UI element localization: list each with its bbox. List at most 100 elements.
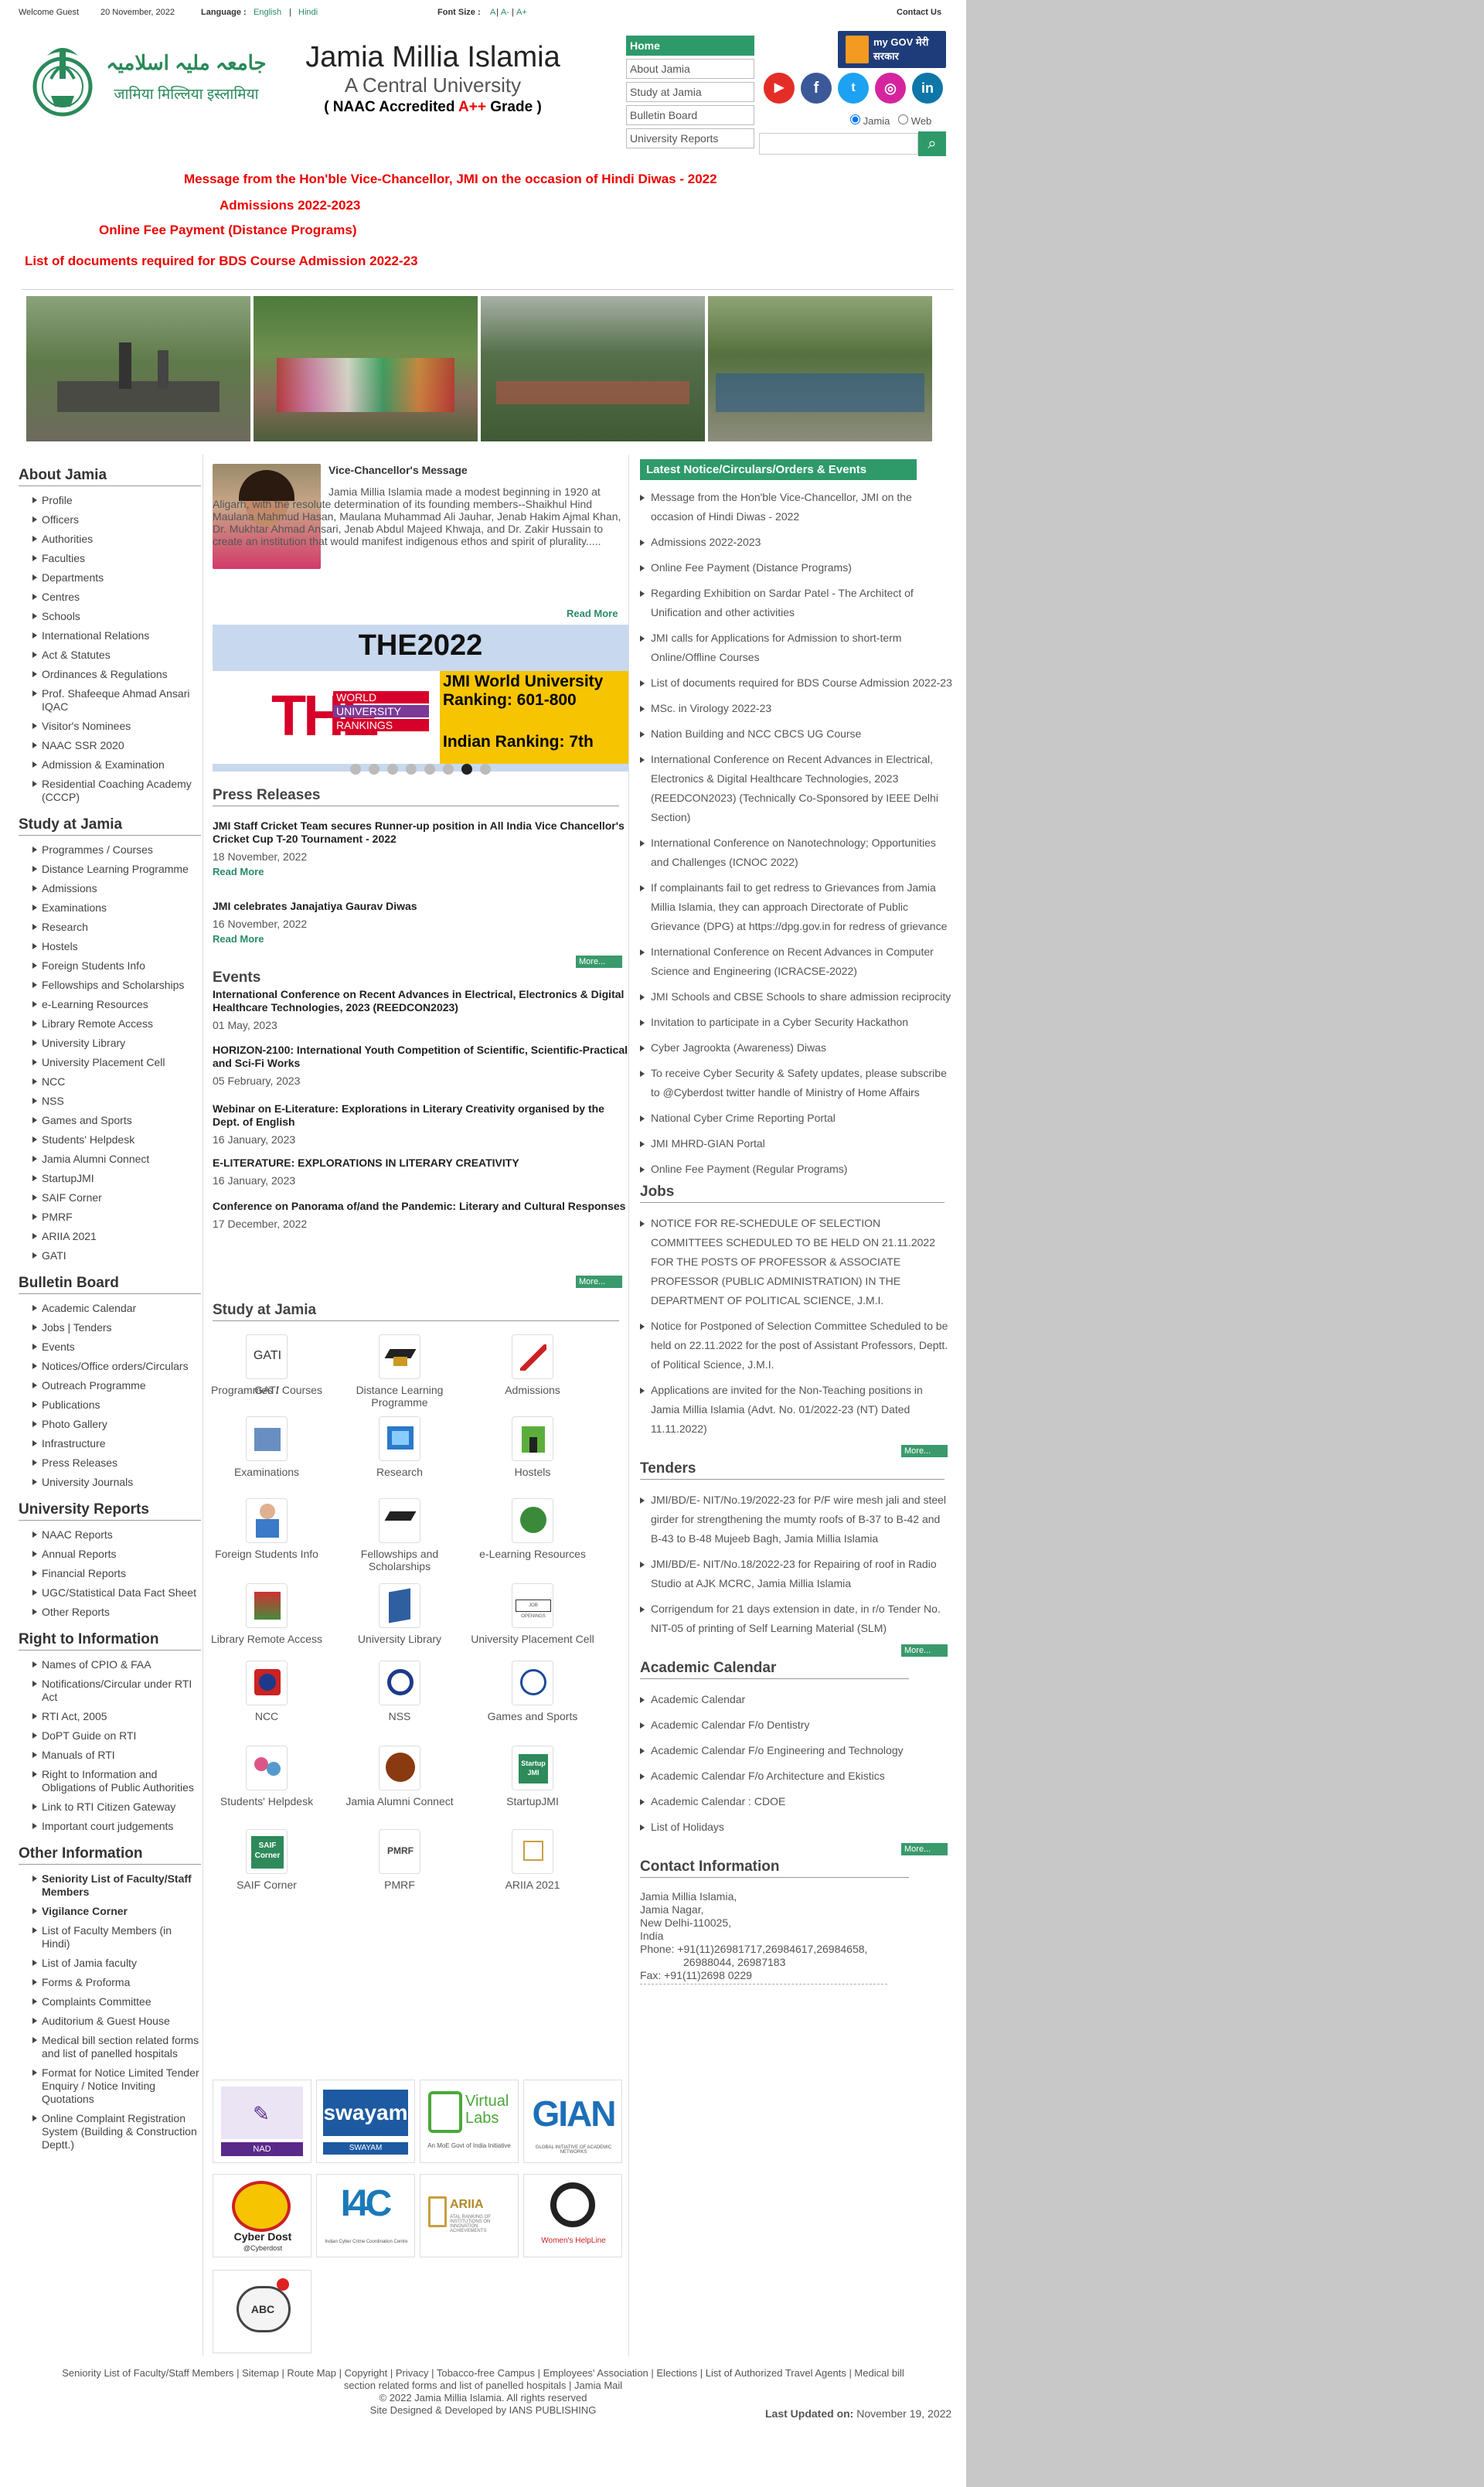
sidebar-link[interactable]: University Library	[19, 1037, 201, 1050]
notice-link[interactable]: NOTICE FOR RE-SCHEDULE OF SELECTION COMM…	[640, 1214, 952, 1310]
sidebar-link[interactable]: International Relations	[19, 629, 201, 642]
study-grid-item[interactable]: SAIF Corner SAIF Corner	[205, 1829, 328, 1891]
sidebar-link[interactable]: Admissions	[19, 882, 201, 895]
notice-link[interactable]: Academic Calendar F/o Engineering and Te…	[640, 1741, 952, 1760]
notice-link[interactable]: Academic Calendar : CDOE	[640, 1792, 952, 1811]
sidebar-link[interactable]: Auditorium & Guest House	[19, 2015, 201, 2028]
notice-link[interactable]: International Conference on Recent Advan…	[640, 750, 952, 827]
sidebar-link[interactable]: Financial Reports	[19, 1567, 201, 1580]
carousel-dot[interactable]	[424, 764, 435, 775]
sidebar-link[interactable]: Faculties	[19, 552, 201, 565]
womens-helpline-logo[interactable]: Women's HelpLine	[523, 2174, 622, 2257]
sidebar-link[interactable]: Notices/Office orders/Circulars	[19, 1360, 201, 1373]
search-input[interactable]	[759, 133, 918, 155]
notice-link[interactable]: If complainants fail to get redress to G…	[640, 878, 952, 936]
notice-link[interactable]: Message from the Hon'ble Vice-Chancellor…	[640, 488, 952, 526]
rankings-banner[interactable]: THE2022 THE WORLD UNIVERSITY RANKINGS JM…	[213, 625, 628, 772]
sidebar-link[interactable]: Departments	[19, 571, 201, 584]
study-grid-item[interactable]: Fellowships and Scholarships	[338, 1498, 461, 1572]
notice-link[interactable]: Admissions 2022-2023	[640, 533, 952, 552]
sidebar-link[interactable]: Hostels	[19, 940, 201, 953]
sidebar-link[interactable]: Act & Statutes	[19, 649, 201, 662]
sidebar-link[interactable]: Important court judgements	[19, 1820, 201, 1833]
study-grid-item[interactable]: GATI GATI	[205, 1334, 328, 1396]
radio-jamia[interactable]	[850, 114, 860, 124]
notice-link[interactable]: JMI calls for Applications for Admission…	[640, 629, 952, 667]
press-read-more-link[interactable]: Read More	[213, 933, 630, 945]
event-headline[interactable]: HORIZON-2100: International Youth Compet…	[213, 1044, 630, 1070]
academic-more-button[interactable]: More...	[901, 1843, 948, 1855]
sidebar-link[interactable]: Admission & Examination	[19, 758, 201, 772]
cyber-dost-logo[interactable]: Cyber Dost @Cyberdost	[213, 2174, 311, 2257]
study-grid-item[interactable]: Distance Learning Programme	[338, 1334, 461, 1409]
alert-hindi-diwas[interactable]: Message from the Hon'ble Vice-Chancellor…	[184, 172, 717, 187]
study-grid-item[interactable]: Hostels	[471, 1416, 594, 1478]
notice-link[interactable]: Corrigendum for 21 days extension in dat…	[640, 1600, 952, 1638]
sidebar-link[interactable]: Photo Gallery	[19, 1418, 201, 1431]
sidebar-link[interactable]: Foreign Students Info	[19, 959, 201, 973]
facebook-icon[interactable]: f	[801, 73, 832, 104]
event-headline[interactable]: Webinar on E-Literature: Explorations in…	[213, 1102, 630, 1129]
sidebar-link[interactable]: Residential Coaching Academy (CCCP)	[19, 778, 201, 804]
sidebar-link[interactable]: Examinations	[19, 901, 201, 915]
notice-link[interactable]: Online Fee Payment (Regular Programs)	[640, 1160, 952, 1179]
notice-link[interactable]: JMI/BD/E- NIT/No.18/2022-23 for Repairin…	[640, 1555, 952, 1593]
notice-link[interactable]: Invitation to participate in a Cyber Sec…	[640, 1013, 952, 1032]
sidebar-link[interactable]: ARIIA 2021	[19, 1230, 201, 1243]
notice-link[interactable]: Regarding Exhibition on Sardar Patel - T…	[640, 584, 952, 622]
sidebar-link[interactable]: Complaints Committee	[19, 1995, 201, 2008]
sidebar-link[interactable]: Jamia Alumni Connect	[19, 1153, 201, 1166]
footer-links-2[interactable]: section related forms and list of panell…	[0, 2380, 966, 2392]
sidebar-link[interactable]: e-Learning Resources	[19, 998, 201, 1011]
study-grid-item[interactable]: ARIIA 2021	[471, 1829, 594, 1891]
study-grid-item[interactable]: e-Learning Resources	[471, 1498, 594, 1560]
sidebar-link[interactable]: DoPT Guide on RTI	[19, 1729, 201, 1743]
sidebar-link[interactable]: Right to Information and Obligations of …	[19, 1768, 201, 1794]
campus-photo-2[interactable]	[254, 296, 478, 441]
event-headline[interactable]: E-LITERATURE: EXPLORATIONS IN LITERARY C…	[213, 1157, 630, 1170]
sidebar-link[interactable]: University Placement Cell	[19, 1056, 201, 1069]
notice-link[interactable]: Academic Calendar F/o Dentistry	[640, 1715, 952, 1735]
swayam-logo[interactable]: swayam SWAYAM	[316, 2080, 415, 2163]
jmi-logo[interactable]: جامعہ ملیہ اسلامیہ जामिया मिल्लिया इस्ला…	[28, 40, 275, 125]
carousel-dot[interactable]	[406, 764, 417, 775]
sidebar-link[interactable]: StartupJMI	[19, 1172, 201, 1185]
gian-logo[interactable]: GIAN GLOBAL INITIATIVE OF ACADEMIC NETWO…	[523, 2080, 622, 2163]
study-grid-item[interactable]: NSS	[338, 1661, 461, 1722]
sidebar-link[interactable]: NCC	[19, 1075, 201, 1088]
sidebar-link[interactable]: Visitor's Nominees	[19, 720, 201, 733]
campus-photo-3[interactable]	[481, 296, 705, 441]
study-grid-item[interactable]: NCC	[205, 1661, 328, 1722]
sidebar-link[interactable]: Forms & Proforma	[19, 1976, 201, 1989]
notice-link[interactable]: Applications are invited for the Non-Tea…	[640, 1381, 952, 1439]
carousel-dot[interactable]	[387, 764, 398, 775]
sidebar-link[interactable]: GATI	[19, 1249, 201, 1262]
youtube-icon[interactable]: ▶	[764, 73, 795, 104]
notice-link[interactable]: List of documents required for BDS Cours…	[640, 673, 952, 693]
notice-link[interactable]: To receive Cyber Security & Safety updat…	[640, 1064, 952, 1102]
sidebar-link[interactable]: Distance Learning Programme	[19, 863, 201, 876]
study-grid-item[interactable]: University Library	[338, 1583, 461, 1645]
sidebar-link[interactable]: Notifications/Circular under RTI Act	[19, 1678, 201, 1704]
tenders-more-button[interactable]: More...	[901, 1644, 948, 1657]
sidebar-link[interactable]: University Journals	[19, 1476, 201, 1489]
nav-study-at-jamia[interactable]: Study at Jamia	[626, 82, 754, 102]
notice-link[interactable]: Notice for Postponed of Selection Commit…	[640, 1317, 952, 1375]
i4c-logo[interactable]: I4C Indian Cyber Crime Coordination Cent…	[316, 2174, 415, 2257]
linkedin-icon[interactable]: in	[912, 73, 943, 104]
footer-links[interactable]: Seniority List of Faculty/Staff Members …	[0, 2367, 966, 2380]
sidebar-link[interactable]: Programmes / Courses	[19, 843, 201, 857]
sidebar-link[interactable]: Infrastructure	[19, 1437, 201, 1450]
sidebar-link[interactable]: Outreach Programme	[19, 1379, 201, 1392]
notice-link[interactable]: JMI/BD/E- NIT/No.19/2022-23 for P/F wire…	[640, 1490, 952, 1548]
carousel-dot[interactable]	[461, 764, 472, 775]
notice-link[interactable]: Online Fee Payment (Distance Programs)	[640, 558, 952, 577]
sidebar-link[interactable]: UGC/Statistical Data Fact Sheet	[19, 1586, 201, 1600]
abc-logo[interactable]: ABC	[213, 2270, 311, 2353]
study-grid-item[interactable]: Startup JMI StartupJMI	[471, 1746, 594, 1807]
sidebar-link[interactable]: Ordinances & Regulations	[19, 668, 201, 681]
event-headline[interactable]: Conference on Panorama of/and the Pandem…	[213, 1200, 630, 1213]
nad-logo[interactable]: ✎ NAD	[213, 2080, 311, 2163]
font-normal-link[interactable]: A	[490, 8, 495, 17]
lang-english-link[interactable]: English	[254, 8, 281, 17]
